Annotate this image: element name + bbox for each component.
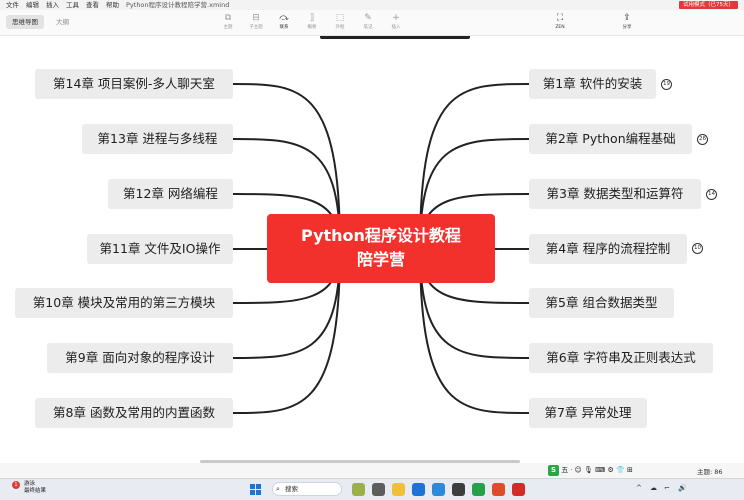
subtopic-count-badge[interactable]: 10 [692,243,703,254]
topic-chapter-1[interactable]: 第1章 软件的安装 [529,69,656,99]
weather-widget[interactable]: 游泳 最终结果 [24,481,46,495]
subtopic-count-badge[interactable]: 19 [661,79,672,90]
topic-chapter-9[interactable]: 第9章 面向对象的程序设计 [47,343,233,373]
topic-chapter-10[interactable]: 第10章 模块及常用的第三方模块 [15,288,233,318]
topic-chapter-13[interactable]: 第13章 进程与多线程 [82,124,233,154]
widgets-app-icon[interactable] [352,483,365,496]
ime-emoji-icon[interactable]: ☺ [575,466,582,474]
edge-icon[interactable] [412,483,425,496]
show-hidden-icons[interactable]: ^ [636,484,642,492]
subtopic-count-badge[interactable]: 26 [697,134,708,145]
topic-chapter-14[interactable]: 第14章 项目案例-多人聊天室 [35,69,233,99]
file-explorer-icon[interactable] [372,483,385,496]
ime-keyboard-icon[interactable]: ⌨ [595,466,605,474]
ime-toolbar[interactable]: S 五 ᐧ ☺ 🎙 ⌨ ⚙ 👕 ⊞ [548,464,633,476]
topic-chapter-3[interactable]: 第3章 数据类型和运算符 [529,179,701,209]
ime-punct-icon[interactable]: ᐧ [570,466,572,474]
start-button[interactable] [250,484,261,495]
cloud-icon[interactable]: ☁ [650,484,657,492]
ime-settings-icon[interactable]: ⚙ [608,466,614,474]
topic-chapter-6[interactable]: 第6章 字符串及正则表达式 [529,343,713,373]
topic-chapter-12[interactable]: 第12章 网络编程 [108,179,233,209]
ime-mic-icon[interactable]: 🎙 [584,466,593,474]
topic-count: 主题: 86 [697,468,723,476]
folder-icon[interactable] [392,483,405,496]
topic-chapter-8[interactable]: 第8章 函数及常用的内置函数 [35,398,233,428]
search-icon: ⌕ [276,485,280,493]
topic-chapter-5[interactable]: 第5章 组合数据类型 [529,288,674,318]
topic-chapter-11[interactable]: 第11章 文件及IO操作 [87,234,233,264]
network-icon[interactable]: ⌐ [664,484,670,492]
central-topic[interactable]: Python程序设计教程 陪学营 [267,214,495,283]
taskbar-search[interactable]: ⌕ 搜索 [272,482,342,496]
wechat-icon[interactable] [472,483,485,496]
topic-chapter-2[interactable]: 第2章 Python编程基础 [529,124,692,154]
volume-icon[interactable]: 🔊 [678,484,687,492]
topic-chapter-4[interactable]: 第4章 程序的流程控制 [529,234,687,264]
chrome-icon[interactable] [432,483,445,496]
mindmap-canvas[interactable]: Python程序设计教程 陪学营 第14章 项目案例-多人聊天室 第13章 进程… [0,0,744,500]
central-topic-line1: Python程序设计教程 [301,226,461,245]
central-topic-line2: 陪学营 [356,250,405,269]
ime-skin-icon[interactable]: 👕 [616,466,625,474]
ime-grid-icon[interactable]: ⊞ [627,466,633,474]
office-icon[interactable] [492,483,505,496]
notification-badge: 1 [12,481,20,489]
terminal-icon[interactable] [452,483,465,496]
ime-logo-icon: S [548,465,559,476]
subtopic-count-badge[interactable]: 14 [706,189,717,200]
media-app-icon[interactable] [512,483,525,496]
topic-chapter-7[interactable]: 第7章 异常处理 [529,398,647,428]
ime-wubi-icon[interactable]: 五 [561,466,568,474]
